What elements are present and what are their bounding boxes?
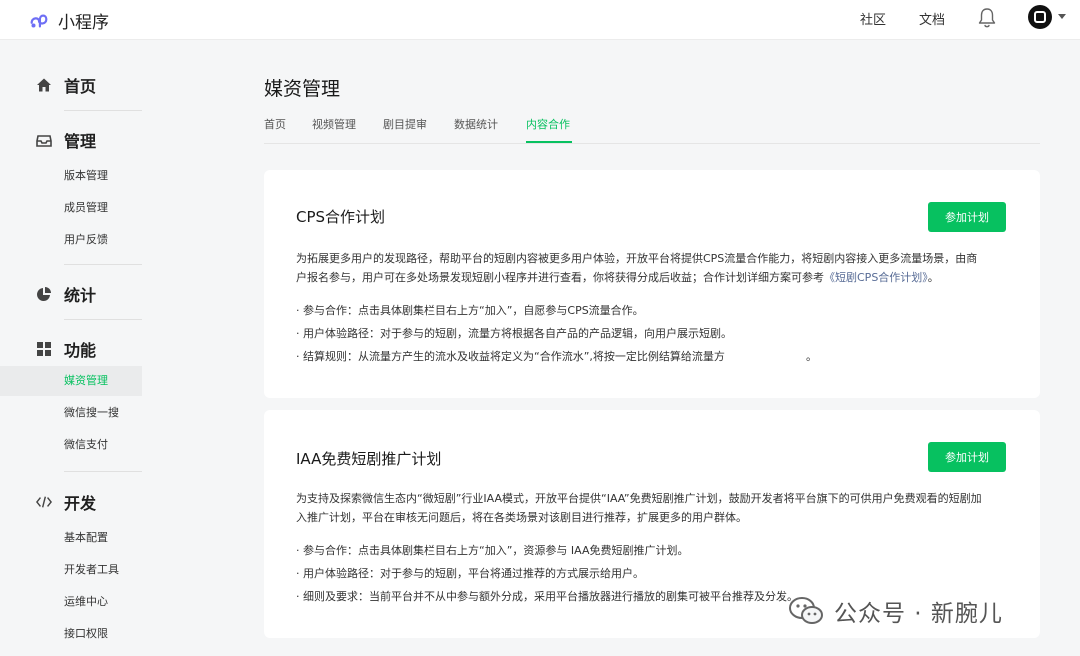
sidebar-section-label: 功能 xyxy=(64,341,97,360)
inbox-icon xyxy=(36,132,52,148)
sidebar-section-stats[interactable]: 统计 xyxy=(36,282,96,306)
sidebar-item-ops-center[interactable]: 运维中心 xyxy=(64,593,108,609)
sidebar-divider xyxy=(64,110,142,111)
sidebar-item-wechat-search[interactable]: 微信搜一搜 xyxy=(64,404,119,420)
sidebar-item-member-management[interactable]: 成员管理 xyxy=(64,199,108,215)
card-description: 为拓展更多用户的发现路径，帮助平台的短剧内容被更多用户体验，开放平台将提供CPS… xyxy=(296,249,1006,287)
avatar[interactable] xyxy=(1028,5,1052,29)
grid-icon xyxy=(36,341,52,357)
page-title: 媒资管理 xyxy=(264,78,341,100)
sidebar-item-api-permissions[interactable]: 接口权限 xyxy=(64,625,108,641)
watermark: 公众号 · 新腕儿 xyxy=(788,594,1003,628)
sidebar-section-label: 开发 xyxy=(64,494,97,513)
bullet-end-mark: 。 xyxy=(806,350,817,363)
chevron-down-icon[interactable] xyxy=(1058,14,1066,19)
sidebar-section-features[interactable]: 功能 xyxy=(36,337,96,361)
tab-bar: 首页 视频管理 剧目提审 数据统计 内容合作 xyxy=(264,114,1040,144)
description-line: 为支持及探索微信生态内“微短剧”行业IAA模式，开放平台提供“IAA”免费短剧推… xyxy=(296,492,982,505)
tab-video-management[interactable]: 视频管理 xyxy=(312,116,356,132)
avatar-logo-icon xyxy=(1034,11,1046,23)
brand-name: 小程序 xyxy=(58,12,109,33)
sidebar-section-develop[interactable]: 开发 xyxy=(36,490,96,514)
description-line: 入推广计划，平台在审核无问题后，将在各类场景对该剧目进行推荐，扩展更多的用户群体… xyxy=(296,511,747,524)
cps-plan-link[interactable]: 《短剧CPS合作计划》 xyxy=(824,271,928,284)
wechat-logo-icon xyxy=(789,597,823,624)
sidebar-divider xyxy=(64,319,142,320)
community-link[interactable]: 社区 xyxy=(860,9,886,28)
description-line: 户报名参与，用户可在多处场景发现短剧小程序并进行查看，你将获得分成后收益；合作计… xyxy=(296,268,1006,287)
sidebar-section-manage[interactable]: 管理 xyxy=(36,128,96,152)
description-line: 为拓展更多用户的发现路径，帮助平台的短剧内容被更多用户体验，开放平台将提供CPS… xyxy=(296,252,978,265)
sidebar-divider xyxy=(64,471,142,472)
tab-data-stats[interactable]: 数据统计 xyxy=(454,116,498,132)
bullet-item: · 参与合作：点击具体剧集栏目右上方“加入”，资源参与 IAA免费短剧推广计划。 xyxy=(296,544,689,557)
join-plan-button[interactable]: 参加计划 xyxy=(928,442,1006,472)
sidebar-section-label: 首页 xyxy=(64,77,97,96)
sidebar-section-label: 统计 xyxy=(64,286,97,305)
watermark-text: 公众号 · 新腕儿 xyxy=(834,601,1003,627)
card-title: CPS合作计划 xyxy=(296,208,386,226)
card-title: IAA免费短剧推广计划 xyxy=(296,450,442,468)
tab-drama-review[interactable]: 剧目提审 xyxy=(383,116,427,132)
brand[interactable]: 小程序 xyxy=(28,6,109,34)
sidebar-item-wechat-pay[interactable]: 微信支付 xyxy=(64,436,108,452)
bullet-item: · 参与合作：点击具体剧集栏目右上方“加入”，自愿参与CPS流量合作。 xyxy=(296,304,644,317)
sidebar-section-label: 管理 xyxy=(64,132,97,151)
pie-chart-icon xyxy=(36,286,52,302)
active-tab-indicator xyxy=(526,141,572,143)
top-bar: 小程序 社区 文档 xyxy=(0,0,1080,40)
bullet-item: · 细则及要求：当前平台并不从中参与额外分成，采用平台播放器进行播放的剧集可被平… xyxy=(296,590,798,603)
sidebar-divider xyxy=(64,264,142,265)
bullet-item: · 用户体验路径：对于参与的短剧，流量方将根据各自产品的产品逻辑，向用户展示短剧… xyxy=(296,327,732,340)
tab-home[interactable]: 首页 xyxy=(264,116,286,132)
card-description: 为支持及探索微信生态内“微短剧”行业IAA模式，开放平台提供“IAA”免费短剧推… xyxy=(296,489,1006,527)
sidebar-item-dev-tools[interactable]: 开发者工具 xyxy=(64,561,119,577)
code-icon xyxy=(36,494,52,510)
tab-content-cooperation[interactable]: 内容合作 xyxy=(526,116,570,132)
home-icon xyxy=(36,77,52,93)
sidebar-item-basic-config[interactable]: 基本配置 xyxy=(64,529,108,545)
description-text: 户报名参与，用户可在多处场景发现短剧小程序并进行查看，你将获得分成后收益；合作计… xyxy=(296,271,824,284)
bell-icon[interactable] xyxy=(977,7,997,29)
bullet-item: · 结算规则：从流量方产生的流水及收益将定义为“合作流水”,将按一定比例结算给流… xyxy=(296,350,725,363)
docs-link[interactable]: 文档 xyxy=(919,9,945,28)
sidebar-item-version-management[interactable]: 版本管理 xyxy=(64,167,108,183)
mini-program-logo-icon xyxy=(30,14,48,28)
description-end: 。 xyxy=(927,271,939,284)
sidebar-item-media-management[interactable]: 媒资管理 xyxy=(64,372,108,388)
join-plan-button[interactable]: 参加计划 xyxy=(928,202,1006,232)
cps-plan-card: CPS合作计划 参加计划 为拓展更多用户的发现路径，帮助平台的短剧内容被更多用户… xyxy=(264,170,1040,398)
sidebar-section-home[interactable]: 首页 xyxy=(36,73,96,97)
sidebar-item-user-feedback[interactable]: 用户反馈 xyxy=(64,231,108,247)
bullet-item: · 用户体验路径：对于参与的短剧，平台将通过推荐的方式展示给用户。 xyxy=(296,567,644,580)
